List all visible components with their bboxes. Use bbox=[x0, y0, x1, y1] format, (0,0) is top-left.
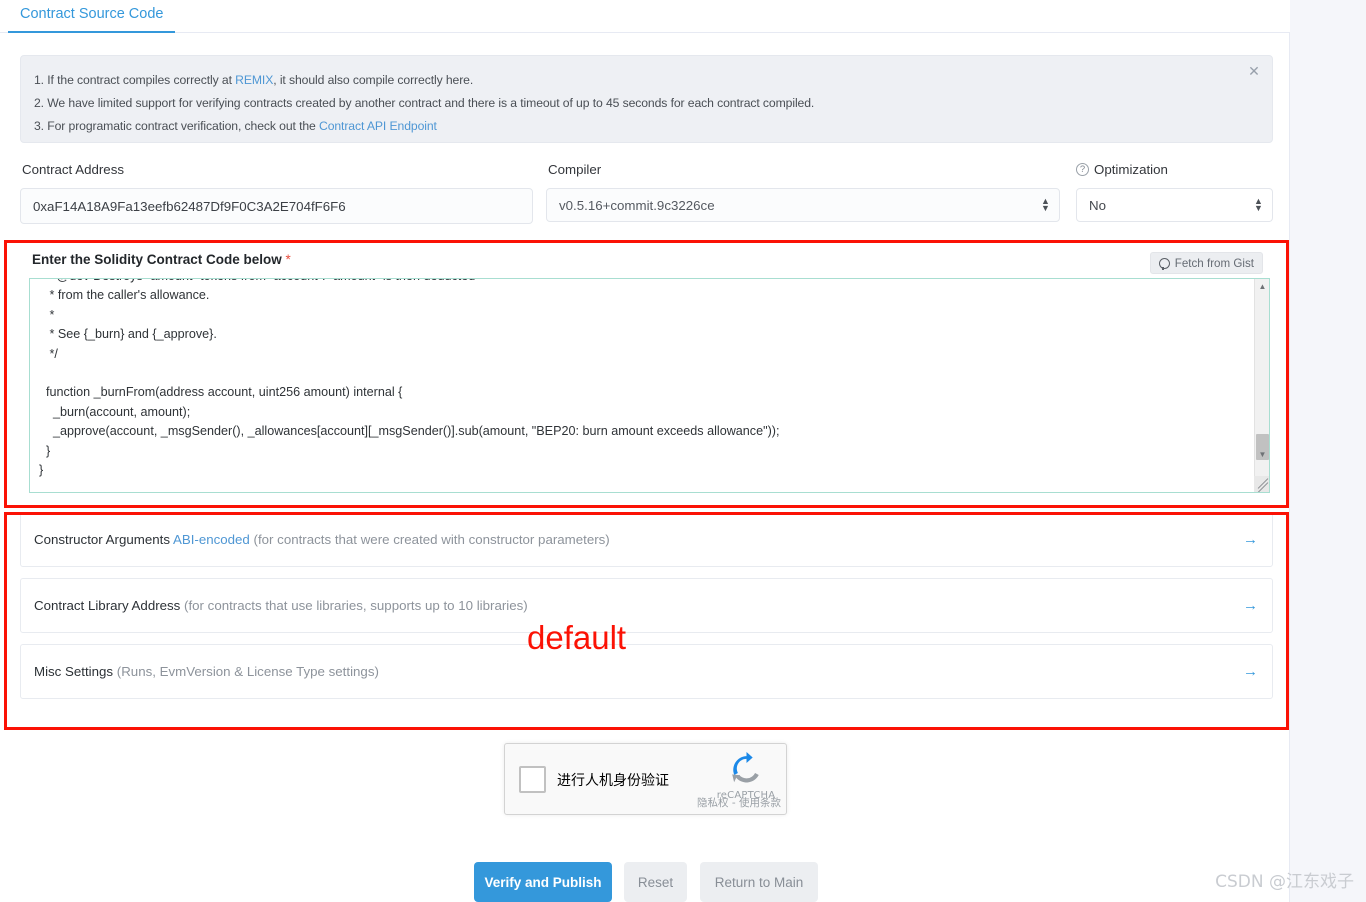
constructor-arguments-hint: (for contracts that were created with co… bbox=[249, 532, 610, 547]
solidity-code-textarea[interactable]: @dev Destroys `amount` tokens from `acco… bbox=[29, 278, 1270, 493]
return-to-main-button[interactable]: Return to Main bbox=[700, 862, 818, 902]
remix-link[interactable]: REMIX bbox=[235, 73, 273, 87]
recaptcha-checkbox[interactable] bbox=[519, 766, 546, 793]
misc-settings-text: Misc Settings (Runs, EvmVersion & Licens… bbox=[21, 664, 379, 679]
recaptcha-label: 进行人机身份验证 bbox=[557, 773, 669, 789]
contract-api-endpoint-link[interactable]: Contract API Endpoint bbox=[319, 119, 437, 133]
optimization-select[interactable]: No ▲ ▼ bbox=[1076, 188, 1273, 222]
verify-and-publish-button[interactable]: Verify and Publish bbox=[474, 862, 612, 902]
code-section-title-text: Enter the Solidity Contract Code below bbox=[32, 252, 282, 267]
contract-library-address-text: Contract Library Address (for contracts … bbox=[21, 598, 528, 613]
contract-address-label: Contract Address bbox=[22, 162, 124, 177]
compiler-label: Compiler bbox=[548, 162, 602, 177]
constructor-arguments-text: Constructor Arguments ABI-encoded (for c… bbox=[21, 532, 610, 547]
compiler-value: v0.5.16+commit.9c3226ce bbox=[559, 197, 715, 213]
misc-settings-hint: (Runs, EvmVersion & License Type setting… bbox=[113, 664, 379, 679]
constructor-arguments-row[interactable]: Constructor Arguments ABI-encoded (for c… bbox=[20, 512, 1273, 567]
contract-library-address-row[interactable]: Contract Library Address (for contracts … bbox=[20, 578, 1273, 633]
optimization-value: No bbox=[1089, 197, 1106, 213]
required-marker: * bbox=[285, 252, 291, 267]
alert-line-1-post: , it should also compile correctly here. bbox=[273, 73, 474, 87]
solidity-code-content: @dev Destroys `amount` tokens from `acco… bbox=[39, 279, 780, 478]
recaptcha-widget[interactable]: 进行人机身份验证 reCAPTCHA 隐私权 - 使用条款 bbox=[504, 743, 787, 815]
tab-bar: Contract Source Code bbox=[0, 0, 1290, 33]
recaptcha-logo: reCAPTCHA bbox=[715, 752, 777, 801]
info-alert: 1. If the contract compiles correctly at… bbox=[20, 55, 1273, 143]
alert-line-3-pre: 3. For programatic contract verification… bbox=[34, 119, 319, 133]
constructor-arguments-title: Constructor Arguments bbox=[34, 532, 173, 547]
misc-settings-title: Misc Settings bbox=[34, 664, 114, 679]
chevron-updown-icon: ▲ ▼ bbox=[1254, 196, 1263, 213]
contract-library-address-title: Contract Library Address bbox=[34, 598, 181, 613]
arrow-right-icon[interactable]: → bbox=[1243, 532, 1258, 547]
arrow-right-icon[interactable]: → bbox=[1243, 598, 1258, 613]
textarea-resize-handle[interactable] bbox=[1254, 476, 1269, 492]
alert-line-1-pre: 1. If the contract compiles correctly at bbox=[34, 73, 236, 87]
tab-contract-source-code[interactable]: Contract Source Code bbox=[8, 0, 176, 33]
recaptcha-swirl-icon bbox=[731, 752, 759, 783]
page-root: Contract Source Code 1. If the contract … bbox=[0, 0, 1366, 902]
alert-line-1: 1. If the contract compiles correctly at… bbox=[34, 73, 473, 87]
abi-encoded-link[interactable]: ABI-encoded bbox=[173, 532, 250, 547]
compiler-select[interactable]: v0.5.16+commit.9c3226ce ▲ ▼ bbox=[546, 188, 1060, 222]
watermark: CSDN @江东戏子 bbox=[1215, 872, 1354, 892]
code-section-title: Enter the Solidity Contract Code below * bbox=[32, 252, 291, 267]
alert-line-3: 3. For programatic contract verification… bbox=[34, 119, 437, 133]
scroll-up-arrow-icon[interactable]: ▲ bbox=[1255, 279, 1269, 294]
content-card: Contract Source Code 1. If the contract … bbox=[0, 0, 1290, 902]
reset-button[interactable]: Reset bbox=[624, 862, 687, 902]
contract-address-input[interactable]: 0xaF14A18A9Fa13eefb62487Df9F0C3A2E704fF6… bbox=[20, 188, 533, 224]
alert-line-2: 2. We have limited support for verifying… bbox=[34, 96, 815, 110]
github-icon bbox=[1158, 257, 1170, 270]
arrow-right-icon[interactable]: → bbox=[1243, 664, 1258, 679]
code-scrollbar[interactable]: ▲ ▼ bbox=[1254, 279, 1269, 492]
fetch-from-gist-button[interactable]: Fetch from Gist bbox=[1149, 252, 1263, 274]
question-mark-icon[interactable]: ? bbox=[1076, 163, 1089, 176]
chevron-updown-icon: ▲ ▼ bbox=[1041, 196, 1050, 213]
misc-settings-row[interactable]: Misc Settings (Runs, EvmVersion & Licens… bbox=[20, 644, 1273, 699]
close-icon[interactable]: ✕ bbox=[1246, 64, 1262, 80]
contract-library-address-hint: (for contracts that use libraries, suppo… bbox=[180, 598, 528, 613]
scroll-down-arrow-icon[interactable]: ▼ bbox=[1255, 447, 1269, 462]
fetch-from-gist-label: Fetch from Gist bbox=[1174, 256, 1254, 270]
optimization-label: Optimization bbox=[1094, 162, 1168, 177]
recaptcha-terms[interactable]: 隐私权 - 使用条款 bbox=[697, 795, 781, 810]
